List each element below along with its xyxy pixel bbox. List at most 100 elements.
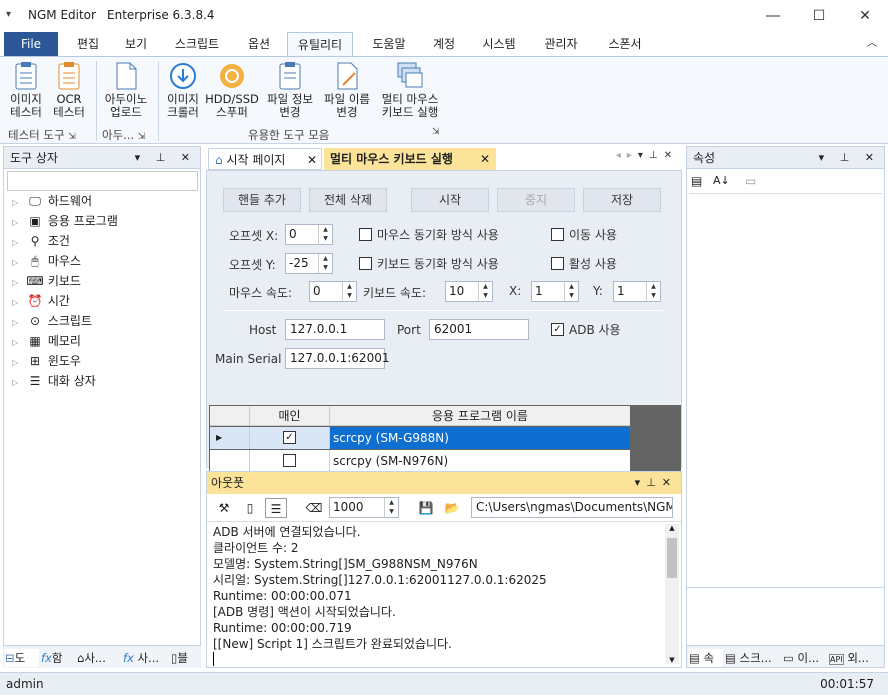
spinner-icon[interactable]: ▲ ▼: [318, 225, 332, 244]
spinner-icon[interactable]: ▲ ▼: [342, 282, 356, 301]
start-button[interactable]: 시작: [411, 188, 489, 212]
menu-admin[interactable]: 관리자: [534, 32, 588, 56]
ocr-tester-button[interactable]: OCR 테스터: [48, 61, 90, 119]
tab-functions[interactable]: fx함: [41, 649, 75, 667]
y-input[interactable]: 1 ▲ ▼: [613, 281, 661, 302]
tab-image[interactable]: ▭ 이...: [783, 649, 825, 667]
group-expand-icon[interactable]: ⇲: [432, 127, 440, 137]
col-main[interactable]: 매인: [250, 406, 330, 426]
active-use-checkbox[interactable]: [551, 257, 564, 270]
tree-item-memory[interactable]: ▷ ▦ 메모리: [12, 331, 81, 351]
tab-external[interactable]: API 외...: [829, 649, 881, 667]
categorized-icon[interactable]: ▤: [691, 174, 702, 188]
table-row[interactable]: ▶ ✓ scrcpy (SM-G988N): [210, 427, 630, 449]
x-input[interactable]: 1 ▲ ▼: [531, 281, 579, 302]
save-button[interactable]: 저장: [583, 188, 661, 212]
offset-y-input[interactable]: -25 ▲ ▼: [285, 253, 333, 274]
property-pages-icon[interactable]: ▭: [745, 174, 756, 188]
menu-sponsor[interactable]: 스폰서: [598, 32, 652, 56]
menu-file[interactable]: File: [4, 32, 58, 56]
new-file-icon[interactable]: ▯: [239, 498, 261, 518]
kbd-sync-checkbox[interactable]: [359, 257, 372, 270]
menu-utility[interactable]: 유틸리티: [287, 32, 353, 57]
maximize-button[interactable]: ☐: [796, 0, 842, 32]
line-count-input[interactable]: 1000 ▲ ▼: [329, 497, 399, 518]
tree-item-mouse[interactable]: ▷ 🖱 마우스: [12, 251, 81, 271]
eraser-icon[interactable]: ⌫: [303, 498, 325, 518]
tab-block[interactable]: ▯블: [171, 649, 199, 667]
alphabetical-icon[interactable]: A↓: [713, 174, 730, 187]
image-tester-button[interactable]: 이미지 테스터: [4, 61, 48, 119]
log-scrollbar[interactable]: ▲ ▼: [665, 524, 679, 664]
tree-item-script[interactable]: ▷ ⊙ 스크립트: [12, 311, 92, 331]
tab-multi-mouse[interactable]: 멀티 마우스 키보드 실행 ✕: [324, 148, 496, 170]
panel-controls[interactable]: ▾ ⊥ ✕: [135, 147, 196, 169]
spinner-icon[interactable]: ▲ ▼: [478, 282, 492, 301]
spinner-icon[interactable]: ▲ ▼: [564, 282, 578, 301]
tab-properties[interactable]: ▤ 속: [689, 649, 723, 667]
quick-access-menu[interactable]: ▾: [6, 9, 11, 20]
path-input[interactable]: C:\Users\ngmas\Documents\NGM6\: [471, 497, 673, 518]
main-checkbox[interactable]: [283, 454, 296, 467]
image-crawler-button[interactable]: 이미지 크롤러: [162, 61, 204, 119]
tree-item-dialog[interactable]: ▷ ☰ 대화 상자: [12, 371, 96, 391]
tree-item-keyboard[interactable]: ▷ ⌨ 키보드: [12, 271, 81, 291]
spinner-icon[interactable]: ▲ ▼: [318, 254, 332, 273]
app-name-cell[interactable]: scrcpy (SM-G988N): [330, 427, 630, 449]
tree-item-application[interactable]: ▷ ▣ 응용 프로그램: [12, 211, 118, 231]
kbd-speed-input[interactable]: 10 ▲ ▼: [445, 281, 493, 302]
offset-x-input[interactable]: 0 ▲ ▼: [285, 224, 333, 245]
minimize-button[interactable]: ―: [750, 0, 796, 32]
tree-item-time[interactable]: ▷ ⏰ 시간: [12, 291, 70, 311]
main-checkbox[interactable]: ✓: [283, 431, 296, 444]
save-icon[interactable]: 💾: [415, 498, 437, 518]
list-icon[interactable]: ☰: [265, 498, 287, 518]
log-area[interactable]: ADB 서버에 연결되었습니다. 클라이언트 수: 2 모델명: System.…: [207, 521, 681, 667]
stop-button[interactable]: 중지: [497, 188, 575, 212]
menu-view[interactable]: 보기: [116, 32, 156, 56]
toolbox-search-input[interactable]: [7, 171, 198, 191]
panel-controls[interactable]: ▾ ⊥ ✕: [819, 147, 880, 169]
host-input[interactable]: 127.0.0.1: [285, 319, 385, 340]
close-tab-icon[interactable]: ✕: [307, 149, 317, 171]
multi-mouse-keyboard-button[interactable]: 멀티 마우스 키보드 실행: [376, 61, 444, 119]
tab-user[interactable]: ⌂사...: [77, 649, 121, 667]
tab-script[interactable]: ▤ 스크...: [725, 649, 779, 667]
close-button[interactable]: ✕: [842, 0, 888, 32]
tab-toolbox[interactable]: ⊟도: [5, 649, 39, 667]
menu-system[interactable]: 시스템: [474, 32, 524, 56]
collapse-ribbon-icon[interactable]: ︿: [862, 32, 882, 56]
tree-item-window[interactable]: ▷ ⊞ 윈도우: [12, 351, 81, 371]
move-use-checkbox[interactable]: [551, 228, 564, 241]
menu-help[interactable]: 도움말: [362, 32, 416, 56]
menu-options[interactable]: 옵션: [238, 32, 280, 56]
menu-account[interactable]: 계정: [424, 32, 464, 56]
port-input[interactable]: 62001: [429, 319, 529, 340]
arduino-upload-button[interactable]: 아두이노 업로드: [100, 61, 152, 119]
table-row[interactable]: scrcpy (SM-N976N): [210, 450, 630, 472]
file-info-change-button[interactable]: 파일 정보 변경: [262, 61, 318, 119]
folder-icon[interactable]: 📂: [441, 498, 463, 518]
tab-nav-controls[interactable]: ◂▸▾⊥✕: [616, 150, 678, 161]
hdd-spoofer-button[interactable]: HDD/SSD 스푸퍼: [204, 61, 260, 119]
wand-icon[interactable]: ⚒: [213, 498, 235, 518]
menu-script[interactable]: 스크립트: [166, 32, 228, 56]
app-name-cell[interactable]: scrcpy (SM-N976N): [330, 450, 630, 472]
tree-item-hardware[interactable]: ▷ 🖵 하드웨어: [12, 191, 92, 211]
close-active-tab-icon[interactable]: ✕: [480, 148, 490, 170]
add-handle-button[interactable]: 핸들 추가: [223, 188, 301, 212]
adb-checkbox[interactable]: ✓: [551, 323, 564, 336]
mouse-sync-checkbox[interactable]: [359, 228, 372, 241]
delete-all-button[interactable]: 전체 삭제: [309, 188, 387, 212]
tab-start-page[interactable]: ⌂ 시작 페이지 ✕: [208, 148, 322, 170]
col-app-name[interactable]: 응용 프로그램 이름: [330, 406, 630, 426]
serial-input[interactable]: 127.0.0.1:62001: [285, 348, 389, 369]
tab-user-functions[interactable]: fx 사...: [123, 649, 169, 667]
menu-edit[interactable]: 편집: [68, 32, 108, 56]
panel-controls[interactable]: ▾⊥✕: [635, 472, 677, 494]
tree-item-condition[interactable]: ▷ ⚲ 조건: [12, 231, 70, 251]
file-rename-button[interactable]: 파일 이름 변경: [318, 61, 376, 119]
scroll-thumb[interactable]: [667, 538, 677, 578]
spinner-icon[interactable]: ▲ ▼: [646, 282, 660, 301]
mouse-speed-input[interactable]: 0 ▲ ▼: [309, 281, 357, 302]
